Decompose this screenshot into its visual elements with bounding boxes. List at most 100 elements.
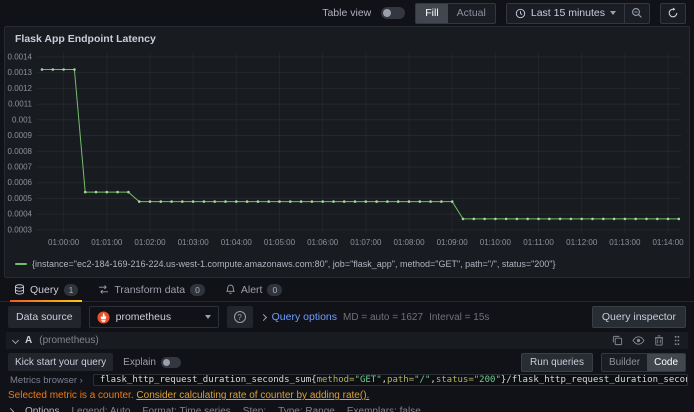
svg-text:0.0004: 0.0004 (8, 210, 33, 219)
legend-series-label[interactable]: {instance="ec2-184-169-216-224.us-west-1… (32, 259, 556, 269)
query-row-actions (612, 335, 681, 346)
datasource-row: Data source prometheus ? Query options M… (0, 302, 694, 332)
svg-text:01:01:00: 01:01:00 (91, 238, 123, 247)
format-option-summary: Format: Time series (142, 406, 231, 412)
svg-text:01:03:00: 01:03:00 (178, 238, 210, 247)
kick-start-query-button[interactable]: Kick start your query (8, 353, 114, 371)
tab-transform-label: Transform data (114, 283, 186, 296)
svg-text:01:13:00: 01:13:00 (609, 238, 641, 247)
refresh-group (660, 2, 686, 24)
editor-tabs: Query 1 Transform data 0 Alert 0 (0, 278, 694, 302)
tab-transform-count: 0 (190, 283, 205, 296)
svg-text:0.0011: 0.0011 (8, 100, 32, 109)
options-toggle-label[interactable]: Options (25, 406, 59, 412)
query-editor-section: A (prometheus) Kick start your query Exp… (6, 332, 688, 412)
max-datapoints-summary: MD = auto = 1627 (343, 311, 424, 323)
legend-option-summary: Legend: Auto (71, 406, 131, 412)
bell-icon (225, 284, 235, 294)
svg-text:0.0007: 0.0007 (8, 162, 33, 171)
tab-alert[interactable]: Alert 0 (217, 278, 290, 301)
collapse-caret-icon[interactable] (11, 336, 20, 345)
add-rate-hint-link[interactable]: Consider calculating rate of counter by … (136, 390, 369, 401)
svg-text:0.0009: 0.0009 (8, 131, 33, 140)
chevron-right-icon[interactable] (6, 407, 15, 412)
svg-text:01:07:00: 01:07:00 (350, 238, 382, 247)
editor-mode-toggle: Builder Code (600, 352, 686, 372)
caret-down-icon (610, 11, 616, 15)
tab-alert-count: 0 (267, 283, 283, 296)
svg-text:01:08:00: 01:08:00 (393, 238, 425, 247)
drag-handle-icon[interactable] (673, 335, 681, 346)
zoom-out-icon (632, 8, 642, 18)
query-toolbar-right: Run queries Builder Code (521, 352, 686, 372)
query-datasource-hint: (prometheus) (39, 335, 99, 346)
svg-text:0.0003: 0.0003 (8, 225, 33, 234)
svg-text:01:09:00: 01:09:00 (437, 238, 469, 247)
svg-text:01:00:00: 01:00:00 (48, 238, 80, 247)
svg-text:0.0008: 0.0008 (8, 147, 33, 156)
legend-series-swatch (15, 263, 27, 265)
svg-text:01:10:00: 01:10:00 (480, 238, 512, 247)
duplicate-query-icon[interactable] (612, 335, 623, 346)
chart-legend: {instance="ec2-184-169-216-224.us-west-1… (5, 258, 689, 269)
panel-editor-topbar: Table view Fill Actual Last 15 minutes (0, 0, 694, 26)
svg-text:01:11:00: 01:11:00 (523, 238, 554, 247)
refresh-icon (668, 7, 678, 18)
timeseries-panel: Flask App Endpoint Latency 0.0003 0.0004 0… (4, 26, 690, 278)
run-queries-button[interactable]: Run queries (521, 352, 593, 372)
query-input-row: Metrics browser › flask_http_request_dur… (6, 374, 688, 386)
database-icon (15, 284, 24, 295)
datasource-label: Data source (8, 306, 81, 328)
chevron-right-icon (259, 313, 267, 321)
explain-label: Explain (123, 356, 156, 368)
remove-query-trash-icon[interactable] (654, 335, 664, 346)
refresh-button[interactable] (661, 4, 685, 23)
datasource-name: prometheus (115, 311, 172, 323)
query-options-summary-row: Options Legend: Auto Format: Time series… (6, 403, 688, 412)
svg-text:01:04:00: 01:04:00 (221, 238, 253, 247)
time-range-label: Last 15 minutes (530, 7, 605, 19)
caret-down-icon (204, 315, 211, 319)
latency-chart[interactable]: 0.0003 0.0004 0.0005 0.0006 0.0007 0.0008 0.00… (5, 47, 687, 253)
explain-toggle[interactable] (160, 356, 181, 368)
type-option-summary: Type: Range (278, 406, 335, 412)
svg-text:01:14:00: 01:14:00 (652, 238, 684, 247)
datasource-picker[interactable]: prometheus (88, 306, 219, 328)
query-inspector-button[interactable]: Query inspector (591, 306, 686, 328)
svg-text:0.001: 0.001 (12, 115, 33, 124)
counter-warning-row: Selected metric is a counter. Consider c… (6, 388, 688, 403)
hide-response-eye-icon[interactable] (632, 335, 645, 346)
tab-query[interactable]: Query 1 (6, 278, 86, 302)
table-view-toggle[interactable] (381, 7, 406, 19)
builder-mode-option[interactable]: Builder (602, 354, 647, 371)
query-options-label: Query options (271, 311, 337, 323)
tab-query-count: 1 (63, 283, 79, 296)
time-range-picker[interactable]: Last 15 minutes (507, 4, 624, 23)
tab-query-label: Query (30, 283, 59, 296)
svg-text:0.0012: 0.0012 (8, 84, 33, 93)
svg-text:0.0005: 0.0005 (8, 194, 33, 203)
time-picker-group: Last 15 minutes (505, 2, 650, 24)
promql-query-input[interactable]: flask_http_request_duration_seconds_sum{… (92, 374, 688, 386)
actual-option[interactable]: Actual (448, 4, 495, 23)
prometheus-icon (97, 310, 110, 324)
query-row-header[interactable]: A (prometheus) (6, 332, 688, 349)
query-options-toggle[interactable]: Query options MD = auto = 1627 Interval … (259, 311, 490, 323)
metrics-browser-button[interactable]: Metrics browser › (6, 374, 87, 386)
exemplars-option-summary: Exemplars: false (346, 406, 421, 412)
fill-option[interactable]: Fill (416, 3, 448, 23)
svg-text:01:06:00: 01:06:00 (307, 238, 339, 247)
tab-transform-data[interactable]: Transform data 0 (90, 278, 213, 301)
datasource-help-button[interactable]: ? (226, 306, 253, 328)
counter-warning-text: Selected metric is a counter. (8, 390, 134, 401)
query-ref-id: A (25, 335, 33, 346)
table-view-label: Table view (322, 7, 372, 19)
clock-icon (515, 8, 526, 18)
svg-text:01:02:00: 01:02:00 (134, 238, 166, 247)
interval-summary: Interval = 15s (429, 311, 490, 323)
svg-text:0.0013: 0.0013 (8, 68, 33, 77)
transform-icon (99, 285, 109, 294)
code-mode-option[interactable]: Code (647, 353, 685, 371)
svg-text:0.0006: 0.0006 (8, 178, 33, 187)
zoom-out-button[interactable] (625, 4, 649, 23)
